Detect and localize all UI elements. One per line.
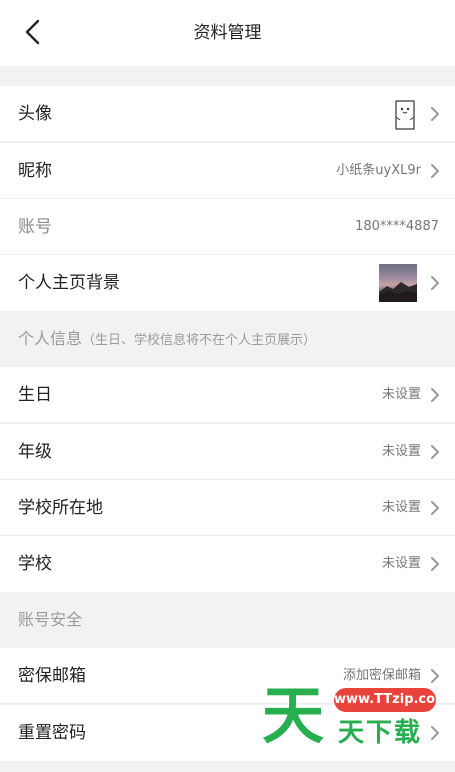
birthday-row[interactable]: 生日 未设置 (0, 367, 455, 423)
avatar (395, 100, 415, 130)
section-note: （生日、学校信息将不在个人主页展示） (82, 333, 317, 348)
chevron-right-icon (431, 107, 439, 121)
reset-password-label: 重置密码 (18, 723, 86, 743)
avatar-row[interactable]: 头像 (0, 86, 455, 142)
mountain-image (379, 282, 417, 302)
chevron-right-icon (431, 501, 439, 515)
account-label: 账号 (18, 217, 52, 237)
security-email-label: 密保邮箱 (18, 666, 86, 686)
watermark-text: 天下载 (338, 718, 423, 748)
section-title: 个人信息（生日、学校信息将不在个人主页展示） (18, 311, 316, 369)
section-account-security: 账号安全 (0, 592, 455, 648)
birthday-value: 未设置 (381, 387, 421, 402)
page-title: 资料管理 (193, 23, 262, 43)
nickname-row[interactable]: 昵称 小纸条uyXL9r (0, 143, 455, 199)
school-location-value: 未设置 (381, 500, 421, 515)
chevron-right-icon (431, 276, 439, 290)
divider (0, 422, 455, 423)
section-title-text: 个人信息 (18, 329, 83, 348)
section-personal-info: 个人信息（生日、学校信息将不在个人主页展示） (0, 311, 455, 367)
birthday-label: 生日 (18, 385, 52, 405)
school-row[interactable]: 学校 未设置 (0, 536, 455, 592)
watermark-url: www.TTzip.com (334, 688, 449, 712)
profile-background-row[interactable]: 个人主页背景 (0, 255, 455, 311)
grade-value: 未设置 (381, 444, 421, 459)
grade-row[interactable]: 年级 未设置 (0, 424, 455, 480)
school-label: 学校 (18, 554, 52, 574)
chevron-right-icon (431, 445, 439, 459)
chevron-right-icon (431, 164, 439, 178)
divider (0, 141, 455, 142)
nickname-label: 昵称 (18, 161, 52, 181)
chevron-right-icon (431, 557, 439, 571)
account-row: 账号 180****4887 (0, 199, 455, 255)
watermark-logo: 天 www.TTzip.com 天下载 (262, 679, 449, 752)
background-thumbnail (379, 264, 417, 302)
watermark-big-char: 天 (262, 679, 325, 752)
top-bar: 资料管理 (0, 0, 455, 66)
profile-background-label: 个人主页背景 (18, 273, 120, 293)
avatar-label: 头像 (18, 104, 52, 124)
school-value: 未设置 (381, 556, 421, 571)
nickname-value: 小纸条uyXL9r (336, 163, 421, 178)
chevron-right-icon (431, 388, 439, 402)
grade-label: 年级 (18, 442, 52, 462)
account-value: 180****4887 (355, 219, 439, 234)
school-location-label: 学校所在地 (18, 498, 103, 518)
school-location-row[interactable]: 学校所在地 未设置 (0, 480, 455, 536)
section-title: 账号安全 (18, 610, 83, 629)
